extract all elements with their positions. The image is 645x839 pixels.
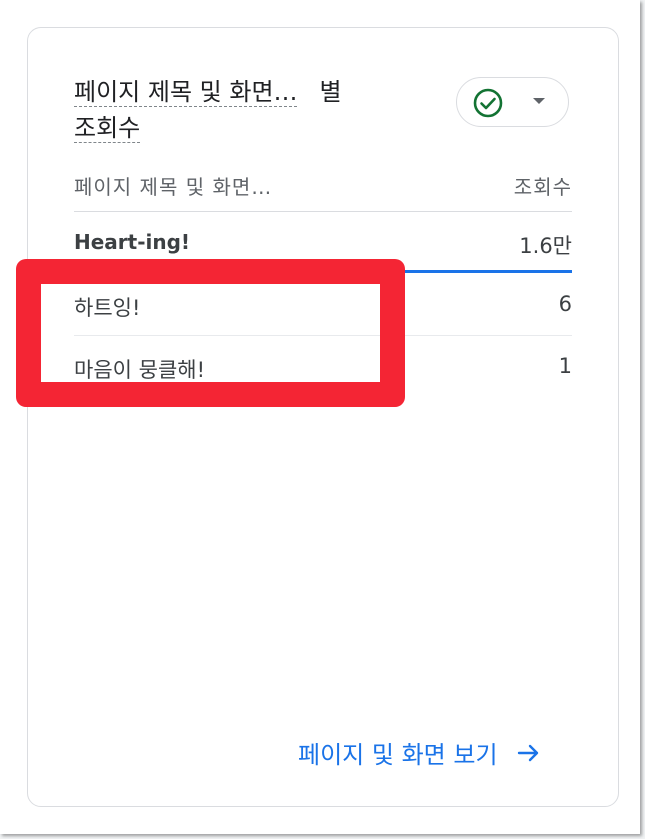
row-label: 하트잉! bbox=[74, 296, 141, 320]
title-by: 별 bbox=[319, 78, 342, 106]
view-pages-link[interactable]: 페이지 및 화면 보기 bbox=[298, 735, 542, 770]
report-card: 페이지 제목 및 화면… 별 조회수 페이지 제목 및 화면… 조회수 Heart… bbox=[27, 27, 619, 807]
column-header-metric[interactable]: 조회수 bbox=[514, 171, 572, 200]
row-share-bar bbox=[74, 270, 572, 273]
row-value: 1 bbox=[558, 354, 572, 378]
row-label: 마음이 뭉클해! bbox=[74, 358, 206, 382]
compare-dropdown-button[interactable] bbox=[456, 77, 569, 127]
row-label: Heart-ing! bbox=[74, 230, 191, 254]
table-row[interactable]: Heart-ing! 1.6만 bbox=[74, 212, 572, 273]
row-value: 6 bbox=[558, 292, 572, 316]
arrow-right-icon bbox=[517, 744, 538, 762]
check-circle-icon bbox=[473, 88, 503, 118]
row-value: 1.6만 bbox=[519, 234, 572, 258]
title-dimension[interactable]: 페이지 제목 및 화면… bbox=[74, 78, 298, 106]
view-pages-label: 페이지 및 화면 보기 bbox=[298, 741, 498, 769]
card-title: 페이지 제목 및 화면… 별 조회수 bbox=[74, 74, 414, 146]
column-header-dimension[interactable]: 페이지 제목 및 화면… bbox=[74, 171, 272, 200]
screenshot-frame: 페이지 제목 및 화면… 별 조회수 페이지 제목 및 화면… 조회수 Heart… bbox=[0, 0, 640, 834]
caret-down-icon bbox=[533, 98, 545, 104]
title-metric[interactable]: 조회수 bbox=[74, 114, 140, 142]
table-row[interactable]: 마음이 뭉클해! 1 bbox=[74, 336, 572, 397]
table-row[interactable]: 하트잉! 6 bbox=[74, 274, 572, 335]
